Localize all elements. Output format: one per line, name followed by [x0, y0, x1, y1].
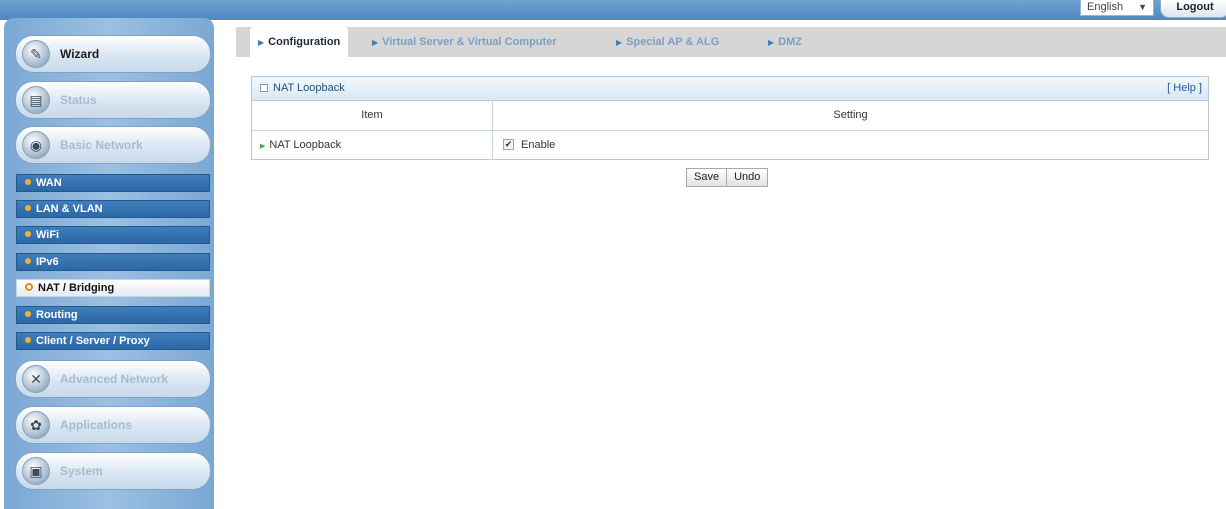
bullet-icon — [25, 311, 31, 318]
sidebar-item-label: Advanced Network — [60, 372, 169, 386]
row-setting-cell: ✔ Enable — [493, 131, 1208, 160]
triangle-right-icon: ▶ — [616, 38, 623, 47]
chevron-down-icon: ▼ — [1138, 2, 1147, 12]
sidebar-item-label: Applications — [60, 418, 133, 432]
tab-bar: ▶ Configuration ▶ Virtual Server & Virtual… — [236, 27, 1226, 57]
sidebar: ✎ Wizard ▤ Status ◉ Basic Network WAN LA… — [4, 18, 214, 509]
triangle-right-icon: ▶ — [372, 38, 379, 47]
sidebar-sub-label: Client / Server / Proxy — [36, 335, 150, 347]
sidebar-item-wizard[interactable]: ✎ Wizard — [15, 35, 211, 73]
column-header-item: Item — [252, 101, 493, 130]
sidebar-item-label: Basic Network — [60, 138, 143, 152]
bullet-icon — [25, 205, 31, 212]
globe-icon: ◉ — [22, 131, 50, 159]
tab-label: Configuration — [268, 36, 341, 48]
top-bar — [0, 0, 1226, 20]
sidebar-item-applications[interactable]: ✿ Applications — [15, 406, 211, 444]
sidebar-sub-label: LAN & VLAN — [36, 203, 103, 215]
sidebar-sub-label: WAN — [36, 177, 62, 189]
sidebar-sub-wan[interactable]: WAN — [16, 174, 210, 192]
undo-button[interactable]: Undo — [727, 168, 769, 187]
table-header: Item Setting — [252, 101, 1208, 131]
sidebar-sub-routing[interactable]: Routing — [16, 306, 210, 324]
form-buttons: Save Undo — [686, 168, 769, 187]
nat-loopback-panel: NAT Loopback [ Help ] Item Setting ▶ NAT … — [251, 76, 1209, 160]
tab-special-ap-alg[interactable]: ▶ Special AP & ALG — [616, 27, 719, 57]
sidebar-item-advanced-network[interactable]: ✕ Advanced Network — [15, 360, 211, 398]
triangle-right-icon: ▶ — [258, 38, 265, 47]
bullet-icon — [25, 179, 31, 186]
logout-button[interactable]: Logout — [1160, 0, 1226, 18]
sidebar-item-status[interactable]: ▤ Status — [15, 81, 211, 119]
enable-checkbox-label: Enable — [521, 139, 556, 151]
sidebar-sub-label: WiFi — [36, 229, 60, 241]
tab-virtual-server[interactable]: ▶ Virtual Server & Virtual Computer — [372, 27, 557, 57]
status-icon: ▤ — [22, 86, 50, 114]
collapse-square-icon[interactable] — [260, 84, 268, 93]
table-row: ▶ NAT Loopback ✔ Enable — [252, 131, 1208, 160]
bullet-icon — [25, 258, 31, 265]
column-header-setting: Setting — [833, 109, 868, 121]
enable-checkbox[interactable]: ✔ — [503, 138, 514, 150]
sidebar-sub-lan-vlan[interactable]: LAN & VLAN — [16, 200, 210, 218]
system-icon: ▣ — [22, 457, 50, 485]
bullet-icon — [25, 337, 31, 344]
sidebar-item-basic-network[interactable]: ◉ Basic Network — [15, 126, 211, 164]
triangle-right-icon: ▶ — [768, 38, 775, 47]
sidebar-sub-ipv6[interactable]: IPv6 — [16, 253, 210, 271]
sidebar-item-label: Wizard — [60, 47, 100, 61]
tab-dmz[interactable]: ▶ DMZ — [768, 27, 802, 57]
tab-label: DMZ — [778, 36, 802, 48]
tools-icon: ✕ — [22, 365, 50, 393]
language-select-value: English — [1087, 1, 1124, 13]
help-link[interactable]: [ Help ] — [1167, 77, 1202, 100]
row-item-cell: ▶ NAT Loopback — [252, 131, 493, 160]
tab-configuration[interactable]: ▶ Configuration — [250, 27, 349, 57]
sidebar-sub-wifi[interactable]: WiFi — [16, 226, 210, 244]
sidebar-sub-nat-bridging[interactable]: NAT / Bridging — [16, 279, 210, 297]
sidebar-sub-client-server-proxy[interactable]: Client / Server / Proxy — [16, 332, 210, 350]
triangle-right-icon: ▶ — [260, 143, 266, 150]
language-select[interactable]: English ▼ — [1080, 0, 1154, 16]
sidebar-sub-label: NAT / Bridging — [38, 282, 115, 294]
sidebar-sub-label: IPv6 — [36, 256, 59, 268]
panel-header: NAT Loopback [ Help ] — [252, 77, 1208, 101]
applications-icon: ✿ — [22, 411, 50, 439]
sidebar-item-system[interactable]: ▣ System — [15, 452, 211, 490]
wizard-icon: ✎ — [22, 40, 50, 68]
tab-label: Virtual Server & Virtual Computer — [382, 36, 557, 48]
sidebar-item-label: System — [60, 464, 103, 478]
bullet-icon — [25, 231, 31, 238]
tab-label: Special AP & ALG — [626, 36, 720, 48]
panel-title: NAT Loopback — [273, 82, 345, 94]
sidebar-sub-label: Routing — [36, 309, 78, 321]
sidebar-item-label: Status — [60, 93, 97, 107]
row-label: NAT Loopback — [269, 139, 342, 151]
save-button[interactable]: Save — [686, 168, 728, 187]
bullet-icon — [25, 283, 33, 292]
